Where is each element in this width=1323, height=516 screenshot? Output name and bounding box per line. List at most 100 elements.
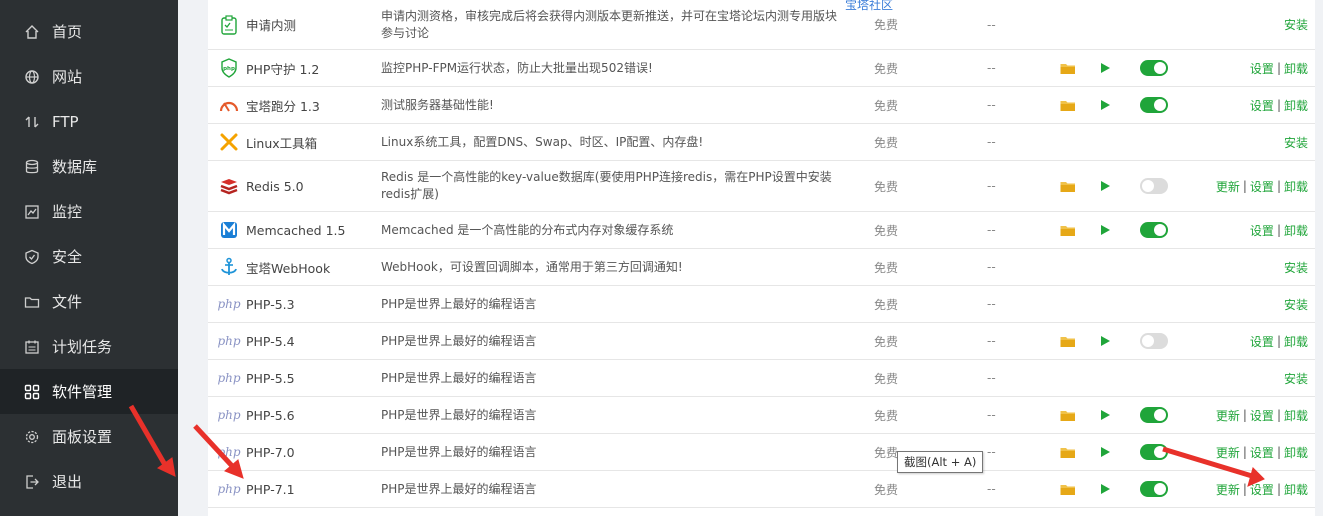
sidebar-item-1[interactable]: 网站 <box>0 54 178 99</box>
plugin-price: 免费 <box>874 482 899 497</box>
folder-icon[interactable] <box>1059 87 1077 123</box>
install-link[interactable]: 安装 <box>1284 134 1308 151</box>
plugin-expire: -- <box>987 98 996 112</box>
plugin-name[interactable]: PHP守护 1.2 <box>246 50 376 86</box>
update-link[interactable]: 更新 <box>1216 178 1240 195</box>
plugin-name[interactable]: PHP-5.6 <box>246 397 376 433</box>
table-row: php PHP守护 1.2 监控PHP-FPM运行状态，防止大批量出现502错误! 免… <box>208 50 1315 87</box>
play-icon[interactable] <box>1098 323 1112 359</box>
sidebar-item-7[interactable]: 计划任务 <box>0 324 178 369</box>
update-link[interactable]: 更新 <box>1216 481 1240 498</box>
folder-icon[interactable] <box>1059 471 1077 507</box>
sidebar-item-6[interactable]: 文件 <box>0 279 178 324</box>
php-logo-icon: php <box>217 334 241 348</box>
plugin-name[interactable]: PHP-5.5 <box>246 360 376 396</box>
sidebar: 首页 网站 FTP 数据库 监控 安全文件计划任务软件管理面板设置 退出 <box>0 0 178 516</box>
sidebar-item-5[interactable]: 安全 <box>0 234 178 279</box>
play-icon[interactable] <box>1098 87 1112 123</box>
update-link[interactable]: 更新 <box>1216 407 1240 424</box>
uninstall-link[interactable]: 卸载 <box>1284 481 1308 498</box>
plugin-expire: -- <box>987 260 996 274</box>
display-toggle[interactable] <box>1140 323 1168 359</box>
settings-link[interactable]: 设置 <box>1250 444 1274 461</box>
sidebar-item-10[interactable]: 退出 <box>0 459 178 504</box>
sidebar-item-label: 文件 <box>52 293 83 311</box>
table-row: php PHP-5.4 PHP是世界上最好的编程语言 免费 -- 设置 | 卸载 <box>208 323 1315 360</box>
plugin-name[interactable]: PHP-7.0 <box>246 434 376 470</box>
plugin-description: PHP是世界上最好的编程语言 <box>381 333 537 348</box>
settings-link[interactable]: 设置 <box>1250 407 1274 424</box>
settings-link[interactable]: 设置 <box>1250 60 1274 77</box>
settings-link[interactable]: 设置 <box>1250 222 1274 239</box>
sidebar-item-3[interactable]: 数据库 <box>0 144 178 189</box>
uninstall-link[interactable]: 卸载 <box>1284 222 1308 239</box>
display-toggle[interactable] <box>1140 434 1168 470</box>
display-toggle[interactable] <box>1140 212 1168 248</box>
plugin-name[interactable]: PHP-5.4 <box>246 323 376 359</box>
uninstall-link[interactable]: 卸载 <box>1284 407 1308 424</box>
op-separator: | <box>1276 334 1281 348</box>
plugin-name[interactable]: Memcached 1.5 <box>246 212 376 248</box>
plugin-name[interactable]: 宝塔跑分 1.3 <box>246 87 376 123</box>
install-link[interactable]: 安装 <box>1284 370 1308 387</box>
plugin-price: 免费 <box>874 98 899 113</box>
play-icon[interactable] <box>1098 434 1112 470</box>
settings-link[interactable]: 设置 <box>1250 97 1274 114</box>
settings-link[interactable]: 设置 <box>1250 333 1274 350</box>
content-gutter <box>178 0 208 516</box>
sidebar-item-8[interactable]: 软件管理 <box>0 369 178 414</box>
sidebar-item-0[interactable]: 首页 <box>0 9 178 54</box>
install-link[interactable]: 安装 <box>1284 296 1308 313</box>
install-link[interactable]: 安装 <box>1284 16 1308 33</box>
update-link[interactable]: 更新 <box>1216 444 1240 461</box>
display-toggle[interactable] <box>1140 161 1168 211</box>
display-toggle[interactable] <box>1140 50 1168 86</box>
svg-text:php: php <box>223 66 235 72</box>
plugin-name[interactable]: PHP-5.3 <box>246 286 376 322</box>
play-icon[interactable] <box>1098 212 1112 248</box>
folder-icon[interactable] <box>1059 397 1077 433</box>
folder-icon[interactable] <box>1059 161 1077 211</box>
sidebar-item-label: FTP <box>52 112 79 131</box>
plugin-name[interactable]: 宝塔WebHook <box>246 249 376 285</box>
sidebar-item-2[interactable]: FTP <box>0 99 178 144</box>
folder-icon[interactable] <box>1059 434 1077 470</box>
uninstall-link[interactable]: 卸载 <box>1284 333 1308 350</box>
play-icon[interactable] <box>1098 50 1112 86</box>
row-actions: 安装 <box>1284 249 1308 285</box>
folder-icon[interactable] <box>1059 50 1077 86</box>
plugin-name[interactable]: Redis 5.0 <box>246 161 376 211</box>
settings-link[interactable]: 设置 <box>1250 481 1274 498</box>
sidebar-item-9[interactable]: 面板设置 <box>0 414 178 459</box>
row-actions: 更新 | 设置 | 卸载 <box>1216 471 1308 507</box>
uninstall-link[interactable]: 卸载 <box>1284 97 1308 114</box>
plugin-description: PHP是世界上最好的编程语言 <box>381 444 537 459</box>
row-actions: 安装 <box>1284 0 1308 49</box>
table-row: php PHP-7.0 PHP是世界上最好的编程语言 免费 -- 更新 | 设置 | 卸载 <box>208 434 1315 471</box>
row-actions: 设置 | 卸载 <box>1250 323 1308 359</box>
install-link[interactable]: 安装 <box>1284 259 1308 276</box>
play-icon[interactable] <box>1098 471 1112 507</box>
shield-icon <box>24 249 40 265</box>
display-toggle[interactable] <box>1140 87 1168 123</box>
scrollbar[interactable] <box>1315 0 1323 516</box>
settings-link[interactable]: 设置 <box>1250 178 1274 195</box>
uninstall-link[interactable]: 卸载 <box>1284 60 1308 77</box>
folder-icon[interactable] <box>1059 212 1077 248</box>
play-icon[interactable] <box>1098 397 1112 433</box>
plugin-name[interactable]: PHP-7.1 <box>246 471 376 507</box>
sidebar-item-label: 软件管理 <box>52 383 113 401</box>
plugin-name[interactable]: Linux工具箱 <box>246 124 376 160</box>
uninstall-link[interactable]: 卸载 <box>1284 444 1308 461</box>
home-icon <box>24 24 40 40</box>
plugin-expire: -- <box>987 61 996 75</box>
plugin-name[interactable]: 申请内测 <box>246 0 376 49</box>
play-icon[interactable] <box>1098 161 1112 211</box>
sidebar-item-4[interactable]: 监控 <box>0 189 178 234</box>
folder-icon[interactable] <box>1059 323 1077 359</box>
plugin-description: Redis 是一个高性能的key-value数据库(要使用PHP连接redis，… <box>381 170 832 201</box>
uninstall-link[interactable]: 卸载 <box>1284 178 1308 195</box>
plugin-expire: -- <box>987 297 996 311</box>
display-toggle[interactable] <box>1140 471 1168 507</box>
display-toggle[interactable] <box>1140 397 1168 433</box>
